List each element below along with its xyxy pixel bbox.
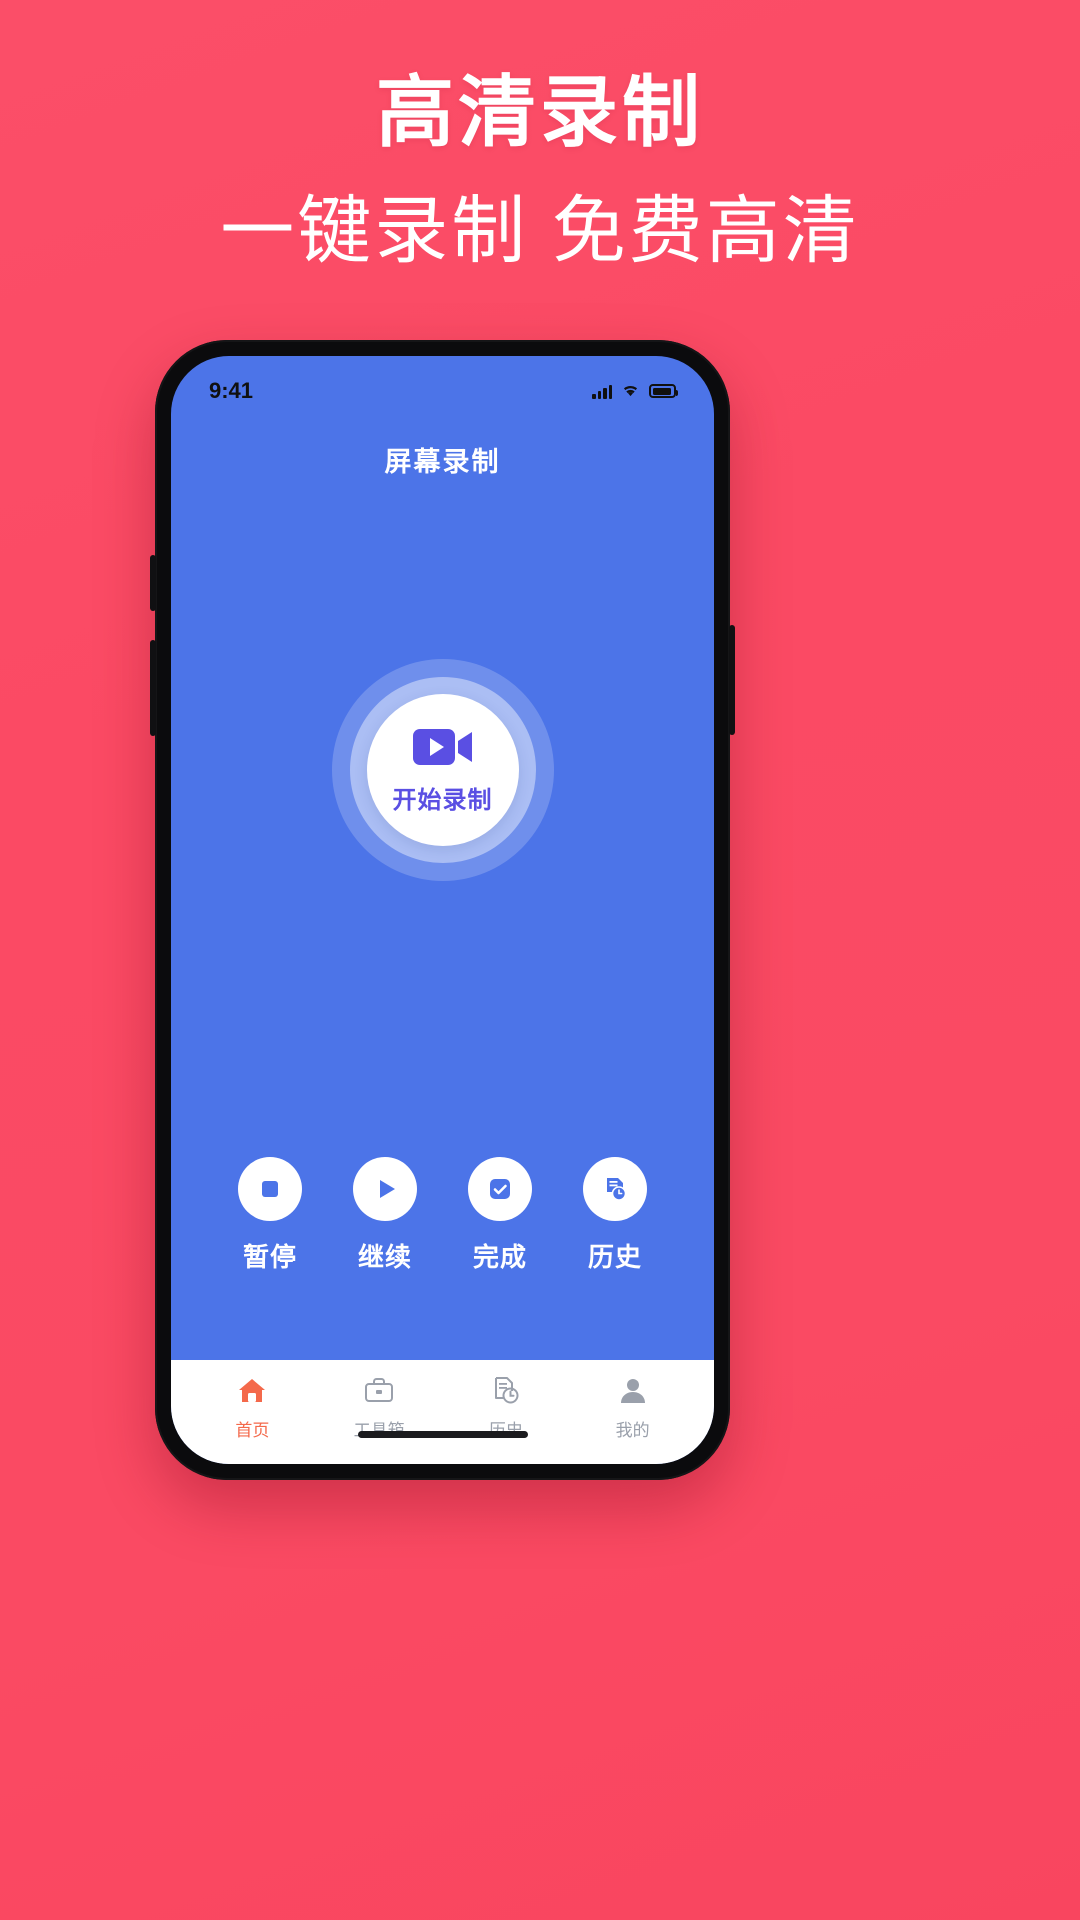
play-triangle-icon <box>353 1157 417 1221</box>
status-icons <box>592 378 678 404</box>
stop-square-icon <box>238 1157 302 1221</box>
home-indicator <box>357 1431 528 1438</box>
page-title: 屏幕录制 <box>384 447 501 477</box>
status-bar: 9:41 <box>171 356 714 412</box>
person-icon <box>616 1374 650 1408</box>
check-badge-icon <box>468 1157 532 1221</box>
record-ring: 开始录制 <box>349 677 536 863</box>
toolbox-icon <box>362 1374 396 1408</box>
action-label: 历史 <box>587 1242 642 1272</box>
history-icon <box>489 1374 523 1408</box>
home-icon <box>235 1374 269 1408</box>
action-label: 完成 <box>472 1242 527 1272</box>
action-history[interactable]: 历史 <box>560 1157 670 1274</box>
action-pause[interactable]: 暂停 <box>215 1157 325 1274</box>
wifi-icon <box>621 378 640 404</box>
record-area: 开始录制 <box>171 479 714 1157</box>
action-label: 继续 <box>357 1242 412 1272</box>
action-label: 暂停 <box>242 1242 297 1272</box>
tab-home[interactable]: 首页 <box>189 1374 316 1441</box>
action-finish[interactable]: 完成 <box>445 1157 555 1274</box>
status-time: 9:41 <box>209 378 254 403</box>
start-record-button[interactable]: 开始录制 <box>331 659 554 881</box>
bottom-tab-bar: 首页 工具箱 历史 我的 <box>171 1360 714 1464</box>
phone-mockup: 9:41 屏幕录制 开始录制 暂停 继续 完成 历史 首页 工具箱 历史 我的 <box>150 340 735 1480</box>
power-button <box>729 625 735 735</box>
promo-title: 高清录制 <box>375 68 704 156</box>
action-row: 暂停 继续 完成 历史 <box>171 1157 714 1274</box>
cellular-signal-icon <box>592 384 612 399</box>
record-label: 开始录制 <box>392 786 493 814</box>
promo-banner: 高清录制 一键录制 免费高清 <box>0 0 1080 271</box>
video-camera-icon <box>412 726 474 773</box>
tab-profile[interactable]: 我的 <box>569 1374 696 1441</box>
action-resume[interactable]: 继续 <box>330 1157 440 1274</box>
history-document-icon <box>583 1157 647 1221</box>
phone-screen: 9:41 屏幕录制 开始录制 暂停 继续 完成 历史 首页 工具箱 历史 我的 <box>171 356 714 1464</box>
tab-label: 首页 <box>235 1420 270 1440</box>
battery-icon <box>649 384 678 398</box>
promo-subtitle: 一键录制 免费高清 <box>220 188 860 272</box>
record-core[interactable]: 开始录制 <box>366 694 519 846</box>
tab-label: 我的 <box>615 1420 650 1440</box>
